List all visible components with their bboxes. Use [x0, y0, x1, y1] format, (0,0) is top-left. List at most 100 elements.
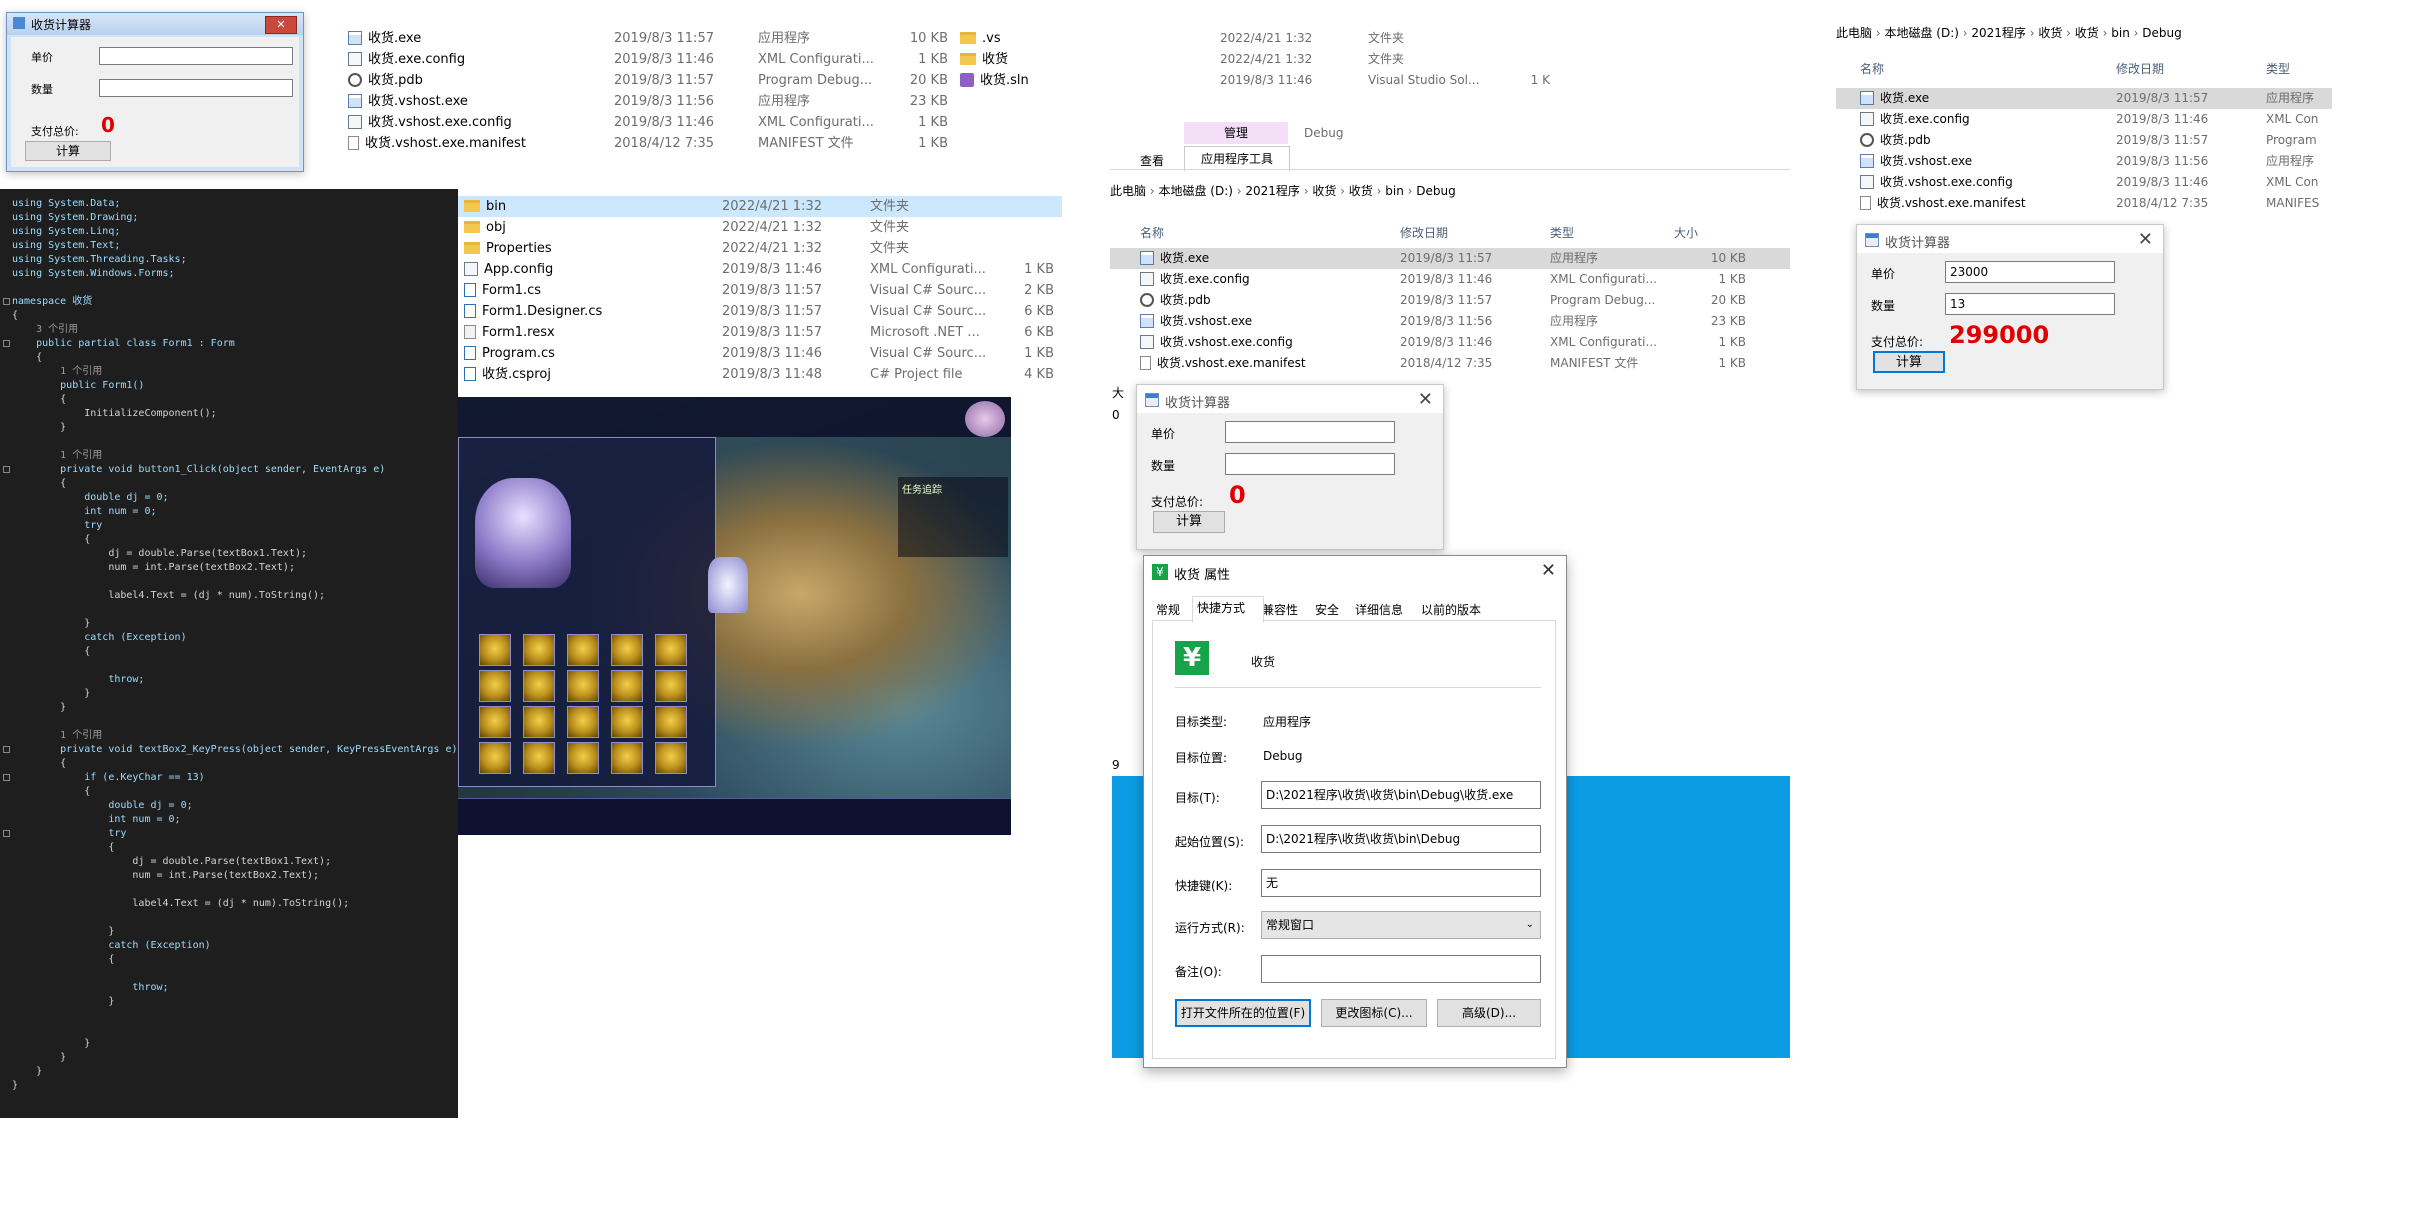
close-button[interactable]: ✕ [265, 16, 297, 34]
column-header-date[interactable]: 修改日期 [1400, 224, 1448, 241]
file-row[interactable]: 2022/4/21 1:32 文件夹 [1200, 49, 1560, 70]
context-tab-manage[interactable]: 管理 [1184, 122, 1288, 144]
breadcrumb-item[interactable]: Debug [2142, 26, 2181, 40]
column-header-name[interactable]: 名称 [1860, 60, 1884, 77]
file-row[interactable]: 收货 [960, 49, 1160, 70]
close-icon[interactable]: ✕ [2138, 229, 2153, 250]
file-row[interactable]: 收货.vshost.exe.config 2019/8/3 11:46 XML Co… [1836, 172, 2332, 193]
calculate-button[interactable]: 计算 [1153, 511, 1225, 533]
qty-input[interactable] [1225, 453, 1395, 475]
breadcrumb-item[interactable]: 收货 [1312, 184, 1336, 198]
breadcrumb-item[interactable]: bin [2111, 26, 2130, 40]
file-row[interactable]: bin 2022/4/21 1:32 文件夹 [458, 196, 1062, 217]
fold-toggle-icon[interactable] [3, 774, 10, 781]
breadcrumb-item[interactable]: 收货 [1349, 184, 1373, 198]
file-row[interactable]: Form1.Designer.cs 2019/8/3 11:57 Visual C#… [458, 301, 1062, 322]
file-row[interactable]: 收货.pdb 2019/8/3 11:57 Program Debug... 20 K… [1110, 290, 1790, 311]
file-row[interactable]: 收货.pdb 2019/8/3 11:57 Program Debug... 20 K… [340, 70, 956, 91]
inventory-slot[interactable] [655, 670, 687, 702]
breadcrumb-item[interactable]: bin [1385, 184, 1404, 198]
inventory-slot[interactable] [567, 742, 599, 774]
inventory-slot[interactable] [479, 670, 511, 702]
file-row[interactable]: .vs [960, 28, 1160, 49]
breadcrumb-item[interactable]: 2021程序 [1971, 26, 2026, 40]
tab-0[interactable]: 常规 [1152, 599, 1196, 621]
file-row[interactable]: 收货.exe.config 2019/8/3 11:46 XML Configura… [1110, 269, 1790, 290]
file-row[interactable]: obj 2022/4/21 1:32 文件夹 [458, 217, 1062, 238]
fold-toggle-icon[interactable] [3, 298, 10, 305]
target-field[interactable]: D:\2021程序\收货\收货\bin\Debug\收货.exe [1261, 781, 1541, 809]
qty-input[interactable] [99, 79, 293, 97]
file-row[interactable]: Form1.resx 2019/8/3 11:57 Microsoft .NET .… [458, 322, 1062, 343]
unit-input[interactable] [99, 47, 293, 65]
fold-toggle-icon[interactable] [3, 830, 10, 837]
inventory-slot[interactable] [523, 742, 555, 774]
file-row[interactable]: App.config 2019/8/3 11:46 XML Configurati.… [458, 259, 1062, 280]
tab-1[interactable]: 快捷方式 [1192, 596, 1264, 623]
code-editor[interactable]: using System.Data; using System.Drawing; u… [0, 189, 458, 1118]
open-file-location-button[interactable]: 打开文件所在的位置(F) [1175, 999, 1311, 1027]
calculate-button[interactable]: 计算 [25, 141, 111, 161]
tab-5[interactable]: 以前的版本 [1417, 599, 1500, 621]
file-row[interactable]: 收货.vshost.exe 2019/8/3 11:56 应用程序 23 KB [340, 91, 956, 112]
inventory-slot[interactable] [523, 706, 555, 738]
inventory-slot[interactable] [655, 706, 687, 738]
inventory-slot[interactable] [611, 670, 643, 702]
inventory-slot[interactable] [523, 634, 555, 666]
breadcrumb-item[interactable]: Debug [1416, 184, 1455, 198]
file-row[interactable]: 收货.exe 2019/8/3 11:57 应用程序 [1836, 88, 2332, 109]
file-row[interactable]: 2022/4/21 1:32 文件夹 [1200, 28, 1560, 49]
inventory-slot[interactable] [523, 670, 555, 702]
file-row[interactable]: 收货.vshost.exe 2019/8/3 11:56 应用程序 23 KB [1110, 311, 1790, 332]
file-row[interactable]: 收货.exe 2019/8/3 11:57 应用程序 10 KB [1110, 248, 1790, 269]
inventory-slot[interactable] [655, 634, 687, 666]
inventory-slot[interactable] [479, 634, 511, 666]
column-header-type[interactable]: 类型 [2266, 60, 2290, 77]
fold-toggle-icon[interactable] [3, 340, 10, 347]
file-row[interactable]: 收货.exe 2019/8/3 11:57 应用程序 10 KB [340, 28, 956, 49]
file-row[interactable]: Properties 2022/4/21 1:32 文件夹 [458, 238, 1062, 259]
breadcrumb-item[interactable]: 收货 [2038, 26, 2062, 40]
file-row[interactable]: 收货.vshost.exe.manifest 2018/4/12 7:35 MANI… [1110, 353, 1790, 374]
tab-3[interactable]: 安全 [1311, 599, 1355, 621]
inventory-slot[interactable] [479, 706, 511, 738]
file-row[interactable]: 收货.exe.config 2019/8/3 11:46 XML Con [1836, 109, 2332, 130]
comment-field[interactable] [1261, 955, 1541, 983]
inventory-slot[interactable] [567, 634, 599, 666]
close-icon[interactable]: ✕ [1541, 560, 1556, 581]
column-header-name[interactable]: 名称 [1140, 224, 1164, 241]
start-in-field[interactable]: D:\2021程序\收货\收货\bin\Debug [1261, 825, 1541, 853]
breadcrumb-item[interactable]: 此电脑 [1836, 26, 1872, 40]
unit-input[interactable]: 23000 [1945, 261, 2115, 283]
file-row[interactable]: 收货.exe.config 2019/8/3 11:46 XML Configura… [340, 49, 956, 70]
file-row[interactable]: 收货.vshost.exe 2019/8/3 11:56 应用程序 [1836, 151, 2332, 172]
calculate-button[interactable]: 计算 [1873, 351, 1945, 373]
file-row[interactable]: 收货.csproj 2019/8/3 11:48 C# Project file 4 … [458, 364, 1062, 385]
breadcrumb-item[interactable]: 2021程序 [1245, 184, 1300, 198]
inventory-slot[interactable] [567, 706, 599, 738]
file-row[interactable]: 2019/8/3 11:46 Visual Studio Sol... 1 K [1200, 70, 1560, 91]
inventory-slot[interactable] [611, 742, 643, 774]
file-row[interactable]: 收货.pdb 2019/8/3 11:57 Program [1836, 130, 2332, 151]
file-row[interactable]: 收货.vshost.exe.manifest 2018/4/12 7:35 MANI… [1836, 193, 2332, 214]
breadcrumb-item[interactable]: 此电脑 [1110, 184, 1146, 198]
fold-toggle-icon[interactable] [3, 746, 10, 753]
close-icon[interactable]: ✕ [1418, 389, 1433, 410]
advanced-button[interactable]: 高级(D)... [1437, 999, 1541, 1027]
column-header-type[interactable]: 类型 [1550, 224, 1574, 241]
qty-input[interactable]: 13 [1945, 293, 2115, 315]
tab-4[interactable]: 详细信息 [1351, 599, 1421, 621]
file-row[interactable]: Form1.cs 2019/8/3 11:57 Visual C# Sourc...… [458, 280, 1062, 301]
inventory-slot[interactable] [611, 706, 643, 738]
breadcrumb-item[interactable]: 本地磁盘 (D:) [1158, 184, 1232, 198]
tab-2[interactable]: 兼容性 [1258, 599, 1315, 621]
file-row[interactable]: 收货.vshost.exe.config 2019/8/3 11:46 XML Co… [340, 112, 956, 133]
inventory-slot[interactable] [567, 670, 599, 702]
inventory-slot[interactable] [611, 634, 643, 666]
column-header-size[interactable]: 大小 [1674, 224, 1698, 241]
file-row[interactable]: 收货.sln [960, 70, 1160, 91]
file-row[interactable]: Program.cs 2019/8/3 11:46 Visual C# Sourc.… [458, 343, 1062, 364]
file-row[interactable]: 收货.vshost.exe.config 2019/8/3 11:46 XML Co… [1110, 332, 1790, 353]
breadcrumb-item[interactable]: 本地磁盘 (D:) [1884, 26, 1958, 40]
unit-input[interactable] [1225, 421, 1395, 443]
